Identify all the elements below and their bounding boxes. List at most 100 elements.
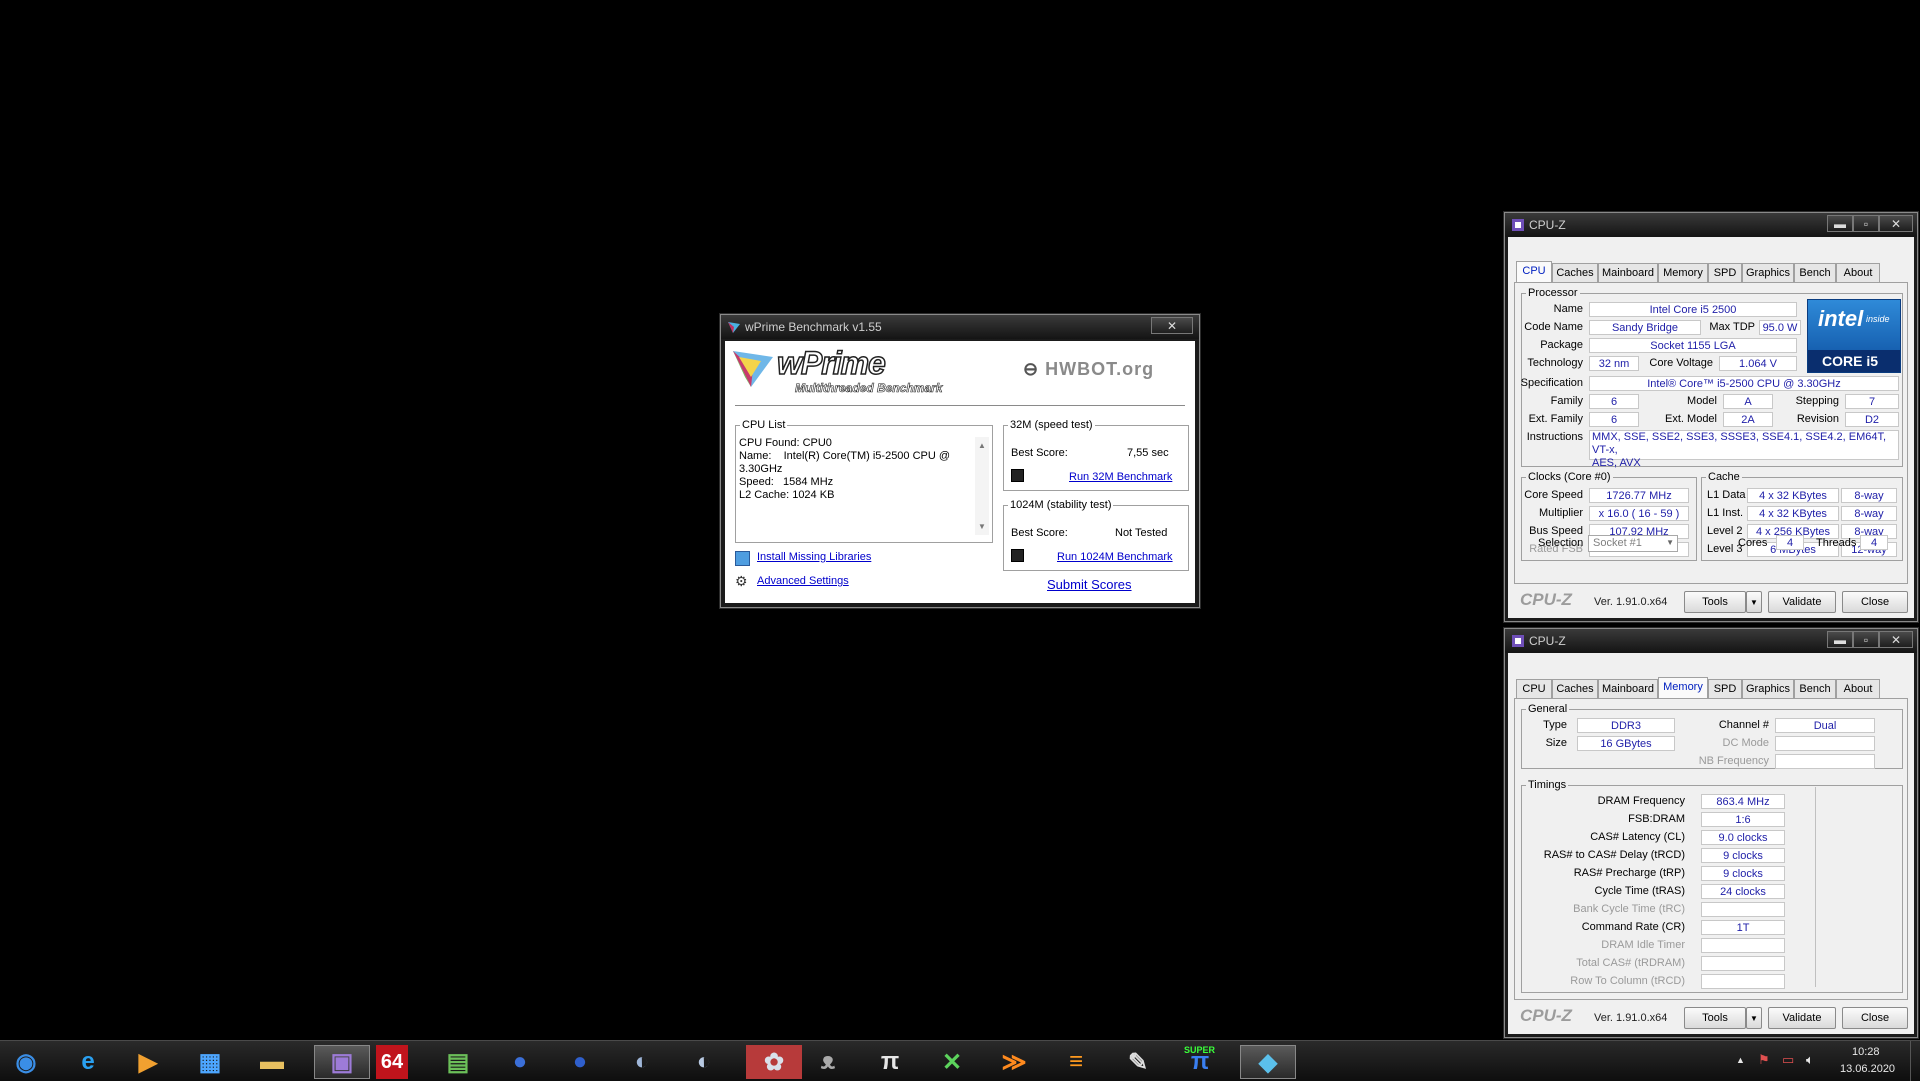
timing-label: FSB:DRAM <box>1628 813 1685 825</box>
cpuz-footer: CPU-Z Ver. 1.91.0.x64 Tools ▼ Validate C… <box>1508 586 1914 618</box>
minimize-button[interactable]: ▬ <box>1827 215 1853 232</box>
wprime-close-button[interactable]: ✕ <box>1151 317 1193 334</box>
media-player-icon[interactable]: ▶ <box>128 1045 168 1079</box>
fan-tool-icon[interactable]: ✿ <box>746 1045 802 1079</box>
cinebench-icon-1[interactable]: ◐ <box>622 1045 662 1079</box>
scroll-down-icon[interactable]: ▼ <box>978 520 986 533</box>
file-explorer-icon-glyph: ▬ <box>260 1048 284 1075</box>
start-orb-icon[interactable]: ◉ <box>6 1045 46 1079</box>
tab-spd[interactable]: SPD <box>1708 679 1742 698</box>
cpu-list-line: CPU Found: CPU0 <box>739 437 832 449</box>
maximize-button[interactable]: ▫ <box>1853 631 1879 648</box>
validate-button[interactable]: Validate <box>1768 591 1836 613</box>
calculator-app-icon[interactable]: ▦ <box>190 1045 230 1079</box>
tab-caches[interactable]: Caches <box>1552 679 1598 698</box>
bolt-app-icon[interactable]: ≫ <box>994 1045 1034 1079</box>
cpuz-titlebar[interactable]: CPU-Z ▬ ▫ ✕ <box>1505 629 1917 653</box>
cpuz-brand: CPU-Z <box>1520 1006 1572 1025</box>
tab-bench[interactable]: Bench <box>1794 263 1836 282</box>
tab-mainboard[interactable]: Mainboard <box>1598 263 1658 282</box>
timing-label: RAS# Precharge (tRP) <box>1573 867 1685 879</box>
tray-flag-icon[interactable]: ⚑ <box>1758 1052 1770 1068</box>
tab-graphics[interactable]: Graphics <box>1742 263 1794 282</box>
minimize-button[interactable]: ▬ <box>1827 631 1853 648</box>
cpuz-titlebar[interactable]: CPU-Z ▬ ▫ ✕ <box>1505 213 1917 237</box>
test-1024m-best-value: Not Tested <box>1115 527 1168 539</box>
tools-dropdown-button[interactable]: ▼ <box>1746 1007 1762 1029</box>
run-1024m-benchmark-link[interactable]: Run 1024M Benchmark <box>1057 551 1173 563</box>
tray-show-hidden-icon[interactable]: ▲ <box>1736 1055 1745 1065</box>
gpu-tool-icon[interactable]: ▤ <box>438 1045 478 1079</box>
tool-icon[interactable]: ✎ <box>1118 1045 1158 1079</box>
taskbar: ◉ e ▶ ▦ ▬ ▣ 64 ▤ ● ● ◐ ◐ ✿ ᴥ π ✕ ≫ ≡ ✎ π SUPER ◆ ▲ ⚑ ▭ 🔈︎ 10:… <box>0 1040 1920 1081</box>
wprime-titlebar[interactable]: wPrime Benchmark v1.55 ✕ <box>721 315 1199 339</box>
tray-clock-time[interactable]: 10:28 <box>1852 1046 1880 1058</box>
cpuz-version: Ver. 1.91.0.x64 <box>1594 596 1668 608</box>
timing-label: CAS# Latency (CL) <box>1590 831 1685 843</box>
blue-sphere-icon-1[interactable]: ● <box>500 1045 540 1079</box>
selection-dropdown[interactable]: Socket #1 ▼ <box>1588 535 1678 552</box>
run-32m-benchmark-link[interactable]: Run 32M Benchmark <box>1069 471 1172 483</box>
cpuz-title: CPU-Z <box>1529 634 1566 648</box>
internet-explorer-icon-glyph: e <box>81 1048 95 1075</box>
cpuz-version: Ver. 1.91.0.x64 <box>1594 1012 1668 1024</box>
validate-button[interactable]: Validate <box>1768 1007 1836 1029</box>
tab-about[interactable]: About <box>1836 263 1880 282</box>
tools-button[interactable]: Tools <box>1684 1007 1746 1029</box>
show-desktop-button[interactable] <box>1910 1041 1920 1081</box>
cpuz-app-icon[interactable]: ▣ <box>314 1045 370 1079</box>
timing-label: RAS# to CAS# Delay (tRCD) <box>1543 849 1685 861</box>
tray-clock-date[interactable]: 13.06.2020 <box>1840 1063 1895 1075</box>
tab-memory[interactable]: Memory <box>1658 677 1708 698</box>
advanced-settings-link[interactable]: Advanced Settings <box>757 575 849 587</box>
tab-spd[interactable]: SPD <box>1708 263 1742 282</box>
maximize-button[interactable]: ▫ <box>1853 215 1879 232</box>
timing-value: 1T <box>1701 920 1785 935</box>
gpu-tool-icon-glyph: ▤ <box>446 1048 470 1076</box>
close-window-button[interactable]: ✕ <box>1879 215 1913 232</box>
close-button[interactable]: Close <box>1842 1007 1908 1029</box>
aida64-icon[interactable]: 64 <box>376 1045 408 1079</box>
tab-about[interactable]: About <box>1836 679 1880 698</box>
tab-graphics[interactable]: Graphics <box>1742 679 1794 698</box>
close-button[interactable]: Close <box>1842 591 1908 613</box>
scroll-up-icon[interactable]: ▲ <box>978 439 986 452</box>
cpuz-footer: CPU-Z Ver. 1.91.0.x64 Tools ▼ Validate C… <box>1508 1002 1914 1034</box>
cpu-list-scrollbar[interactable]: ▲ ▼ <box>975 437 989 535</box>
super-app-icon[interactable]: π SUPER <box>1180 1045 1220 1079</box>
submit-scores-link[interactable]: Submit Scores <box>1047 577 1132 592</box>
xbox-icon[interactable]: ✕ <box>932 1045 972 1079</box>
file-explorer-icon[interactable]: ▬ <box>252 1045 292 1079</box>
blue-sphere-icon-2[interactable]: ● <box>560 1045 600 1079</box>
tools-button[interactable]: Tools <box>1684 591 1746 613</box>
wprime-app-icon <box>728 322 740 333</box>
tab-caches[interactable]: Caches <box>1552 263 1598 282</box>
channel-value: Dual <box>1775 718 1875 733</box>
tray-volume-icon[interactable]: 🔈︎ <box>1806 1052 1814 1068</box>
tab-memory[interactable]: Memory <box>1658 263 1708 282</box>
specification-label: Specification <box>1520 377 1583 389</box>
superpi-icon[interactable]: π <box>870 1045 910 1079</box>
tray-battery-icon[interactable]: ▭ <box>1782 1052 1794 1068</box>
tab-cpu[interactable]: CPU <box>1516 679 1552 698</box>
wprime-logo-text: wPrime <box>776 344 886 382</box>
cpuz-app-icon <box>1512 219 1524 231</box>
tab-bench[interactable]: Bench <box>1794 679 1836 698</box>
orange-circle-icon[interactable]: ≡ <box>1056 1045 1096 1079</box>
internet-explorer-icon[interactable]: e <box>68 1045 108 1079</box>
cinebench-icon-2[interactable]: ◐ <box>684 1045 724 1079</box>
cpuz-title: CPU-Z <box>1529 218 1566 232</box>
cpu-list-box[interactable]: CPU Found: CPU0 Name: Intel(R) Core(TM) … <box>739 435 989 539</box>
extmodel-label: Ext. Model <box>1665 413 1717 425</box>
cat-app-icon[interactable]: ᴥ <box>808 1045 848 1079</box>
timing-value <box>1701 956 1785 971</box>
close-window-button[interactable]: ✕ <box>1879 631 1913 648</box>
tab-mainboard[interactable]: Mainboard <box>1598 679 1658 698</box>
corespeed-value: 1726.77 MHz <box>1589 488 1689 503</box>
tools-dropdown-button[interactable]: ▼ <box>1746 591 1762 613</box>
install-missing-libraries-link[interactable]: Install Missing Libraries <box>757 551 871 563</box>
threads-label: Threads <box>1816 537 1857 549</box>
tab-cpu[interactable]: CPU <box>1516 261 1552 282</box>
minimize-icon: ▬ <box>1834 633 1846 647</box>
wprime-taskbar-icon[interactable]: ◆ <box>1240 1045 1296 1079</box>
